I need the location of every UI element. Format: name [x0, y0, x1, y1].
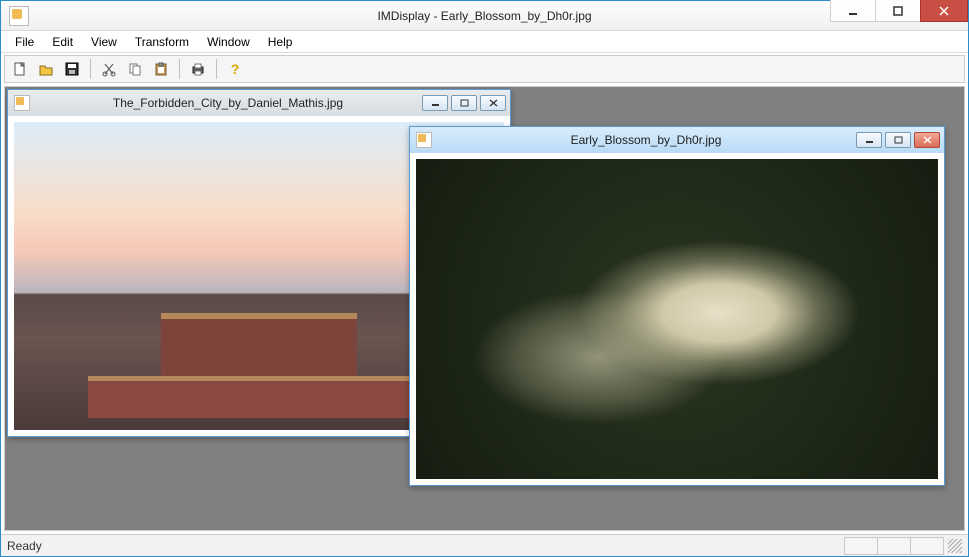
svg-text:?: ? [231, 61, 240, 77]
close-button[interactable] [920, 0, 968, 22]
document-icon [416, 132, 432, 148]
child-titlebar[interactable]: Early_Blossom_by_Dh0r.jpg [410, 127, 944, 153]
window-controls [830, 1, 968, 30]
app-icon [9, 6, 29, 26]
menu-help[interactable]: Help [260, 32, 301, 52]
child-titlebar[interactable]: The_Forbidden_City_by_Daniel_Mathis.jpg [8, 90, 510, 116]
menu-window[interactable]: Window [199, 32, 258, 52]
toolbar-separator [179, 59, 180, 79]
child-window[interactable]: Early_Blossom_by_Dh0r.jpg [409, 126, 945, 486]
open-icon[interactable] [35, 58, 57, 80]
paste-icon[interactable] [150, 58, 172, 80]
cut-icon[interactable] [98, 58, 120, 80]
child-close-button[interactable] [480, 95, 506, 111]
help-icon[interactable]: ? [224, 58, 246, 80]
minimize-button[interactable] [830, 0, 876, 22]
child-window-controls [856, 132, 940, 148]
menu-edit[interactable]: Edit [44, 32, 81, 52]
maximize-button[interactable] [875, 0, 921, 22]
new-icon[interactable] [9, 58, 31, 80]
save-icon[interactable] [61, 58, 83, 80]
copy-icon[interactable] [124, 58, 146, 80]
print-icon[interactable] [187, 58, 209, 80]
mdi-client-area[interactable]: The_Forbidden_City_by_Daniel_Mathis.jpg E… [4, 86, 965, 531]
child-body [410, 153, 944, 485]
window-title: IMDisplay - Early_Blossom_by_Dh0r.jpg [1, 9, 968, 23]
status-pane [877, 537, 911, 555]
status-pane [910, 537, 944, 555]
menubar: File Edit View Transform Window Help [1, 31, 968, 53]
child-maximize-button[interactable] [451, 95, 477, 111]
menu-view[interactable]: View [83, 32, 125, 52]
status-panes [845, 537, 944, 555]
status-text: Ready [7, 539, 42, 553]
menu-file[interactable]: File [7, 32, 42, 52]
statusbar: Ready [1, 534, 968, 556]
toolbar-separator [90, 59, 91, 79]
child-title: Early_Blossom_by_Dh0r.jpg [436, 133, 856, 147]
image-content[interactable] [416, 159, 938, 479]
child-window-controls [422, 95, 506, 111]
child-minimize-button[interactable] [856, 132, 882, 148]
child-close-button[interactable] [914, 132, 940, 148]
document-icon [14, 95, 30, 111]
status-pane [844, 537, 878, 555]
toolbar-separator [216, 59, 217, 79]
toolbar: ? [4, 55, 965, 83]
titlebar[interactable]: IMDisplay - Early_Blossom_by_Dh0r.jpg [1, 1, 968, 31]
child-maximize-button[interactable] [885, 132, 911, 148]
resize-grip[interactable] [948, 539, 962, 553]
main-window: IMDisplay - Early_Blossom_by_Dh0r.jpg Fi… [0, 0, 969, 557]
child-minimize-button[interactable] [422, 95, 448, 111]
menu-transform[interactable]: Transform [127, 32, 197, 52]
child-title: The_Forbidden_City_by_Daniel_Mathis.jpg [34, 96, 422, 110]
